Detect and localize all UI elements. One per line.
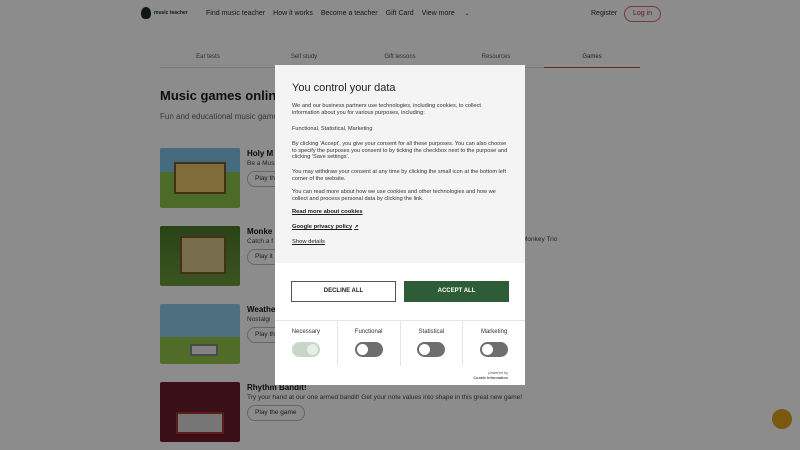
consent-text-withdraw: You may withdraw your consent at any tim… [292,169,507,182]
consent-text-purposes: Functional, Statistical, Marketing [292,126,373,132]
category-label: Functional [354,329,383,335]
statistical-toggle[interactable] [417,342,446,357]
external-link-icon: ↗ [354,224,359,230]
category-statistical: Statistical [401,321,464,366]
category-necessary: Necessary [275,321,338,366]
category-marketing: Marketing [463,321,525,366]
show-details-link[interactable]: Show details [292,239,325,245]
category-functional: Functional [338,321,401,366]
consent-text-more: You can read more about how we use cooki… [292,189,496,202]
marketing-toggle[interactable] [480,342,509,357]
category-label: Statistical [418,329,445,335]
consent-text-accept: By clicking 'Accept', you give your cons… [292,141,508,161]
necessary-toggle [291,342,320,357]
consent-info-panel: You control your data We and our busines… [275,65,525,263]
accept-all-button[interactable]: ACCEPT ALL [404,281,509,302]
decline-all-button[interactable]: DECLINE ALL [291,281,396,302]
google-privacy-label: Google privacy policy [292,224,353,230]
read-more-cookies-link[interactable]: Read more about cookies [292,209,363,215]
cookie-consent-dialog: You control your data We and our busines… [275,65,525,385]
category-label: Necessary [291,329,321,335]
dialog-title: You control your data [292,82,396,94]
category-label: Marketing [480,329,508,335]
consent-categories: Necessary Functional Statistical Marketi… [275,320,525,366]
consent-text-intro: We and our business partners use technol… [292,103,481,116]
powered-by[interactable]: powered by Cookie Information [471,371,508,380]
functional-toggle[interactable] [354,342,383,357]
powered-by-name: Cookie Information [473,375,508,380]
google-privacy-link[interactable]: Google privacy policy ↗ [292,224,358,230]
